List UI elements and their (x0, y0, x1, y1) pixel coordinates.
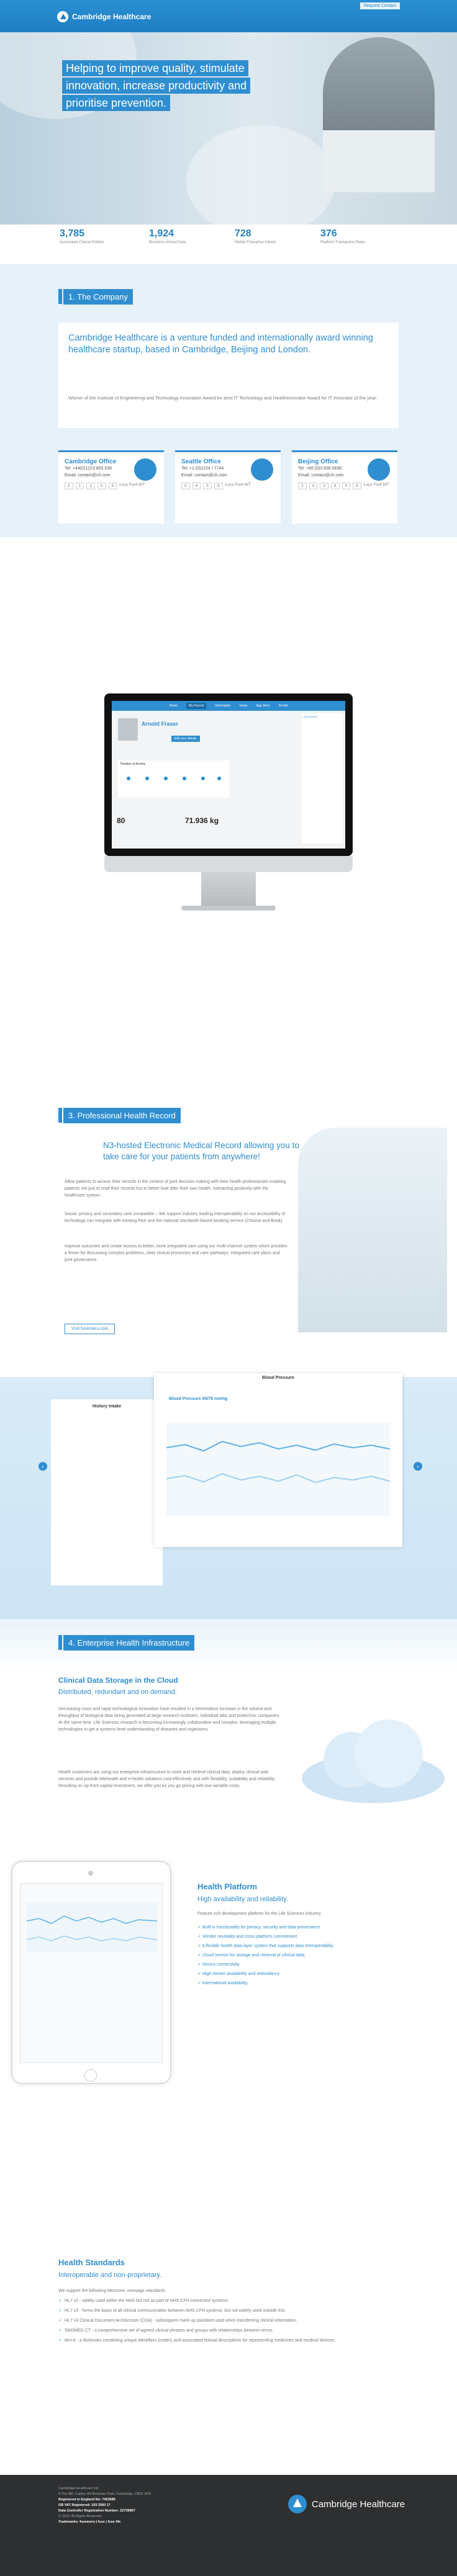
hero-tagline: Helping to improve quality, stimulate in… (62, 60, 255, 112)
office-card-cambridge: Cambridge Office Tel: +44(0)1223 855 536… (58, 450, 164, 524)
standards-list: HL7 v2 - widely used within the NHS but … (58, 2297, 394, 2347)
doctor-image (298, 1128, 447, 1332)
platform-feature-list: Built in functionality for privacy, secu… (197, 1923, 421, 1988)
hero-doctor-image (323, 37, 435, 192)
infra-subtitle: Clinical Data Storage in the Cloud (58, 1676, 178, 1685)
record-lead: N3-hosted Electronic Medical Record allo… (103, 1141, 299, 1161)
list-item: HL7 v3 Clinical Document Architecture (C… (58, 2317, 394, 2324)
screen-nav-home[interactable]: Home (170, 704, 178, 708)
list-item: Cloud service for storage and retrieval … (197, 1951, 421, 1960)
blood-pressure-title: Blood Pressure (262, 1376, 294, 1380)
list-item: dm+d - a dictionary containing unique id… (58, 2337, 394, 2344)
infra-tagline: Distributed, redundant and on demand. (58, 1688, 177, 1696)
list-item: International availability. (197, 1979, 421, 1988)
screen-nav: Home My Record Information Views App Sto… (112, 701, 345, 711)
record-paragraph: Social, privacy and secondary care compa… (65, 1212, 286, 1223)
cloud-icon (302, 1719, 445, 1803)
footer-trademarks[interactable]: Trademarks: fusemeru | fuse | fuse life (58, 2520, 245, 2525)
stat-item: 728 Mobile Enterprise Clients (235, 228, 276, 244)
company-awards: Winner of the Institute of Engineering a… (68, 395, 378, 401)
screen-nav-views[interactable]: Views (239, 704, 247, 708)
logo-icon (57, 11, 68, 22)
hero-blur-shape (186, 125, 335, 225)
screen-nav-record[interactable]: My Record (186, 703, 207, 709)
visit-site-button[interactable]: Visit fusemeru.com (65, 1324, 115, 1334)
activity-timeline: Timeline of Activity (118, 760, 230, 798)
screen-user-menu[interactable]: Arnold (279, 704, 287, 708)
list-item: High stream availability and redundancy. (197, 1969, 421, 1979)
record-section-title: 3. Professional Health Record (58, 1107, 181, 1123)
platform-subtitle: High availability and reliability. (197, 1896, 288, 1903)
platform-intro: Feature rich development platform for th… (197, 1912, 322, 1916)
request-contact-button[interactable]: Request Contact (360, 2, 400, 9)
monitor-base (181, 906, 276, 911)
list-item: HL7 v2 - widely used within the NHS but … (58, 2297, 394, 2304)
list-item: Vendor neutrality and cross-platform com… (197, 1932, 421, 1941)
list-item: Built in functionality for privacy, secu… (197, 1923, 421, 1932)
tablet-camera (88, 1871, 93, 1876)
patient-name: Arnold Fraser (142, 721, 179, 727)
edit-details-button[interactable]: Edit your details (171, 736, 200, 742)
list-item: A flexible health data layer system that… (197, 1941, 421, 1951)
standards-intro: We support the following electronic mess… (58, 2289, 166, 2293)
blood-pressure-graph (166, 1423, 390, 1516)
office-card-beijing: Beijing Office Tel: +86 (0)3 836 0836 Ema… (292, 450, 397, 524)
screen-nav-appstore[interactable]: App Store (256, 704, 270, 708)
brand-logo[interactable]: Cambridge Healthcare (57, 11, 151, 22)
company-section-title: 1. The Company (58, 288, 133, 305)
stat-item: 376 Platform Transaction Rates (320, 228, 366, 244)
logo-icon (288, 2495, 307, 2513)
tablet-screen (20, 1883, 163, 2063)
infra-paragraph: Health customers are using our enterpris… (58, 1770, 276, 1788)
standards-title: Health Standards (58, 2258, 125, 2267)
weight-value: 80 (117, 816, 125, 825)
office-link[interactable]: Lucy Ford WT (225, 483, 251, 489)
list-item: Device connectivity. (197, 1960, 421, 1969)
history-chart-title: History Intake (92, 1404, 122, 1409)
stat-item: 1,924 Biometric Annual Data (149, 228, 186, 244)
office-link[interactable]: Lucy Ford WT (364, 483, 389, 489)
next-arrow-icon[interactable]: › (414, 1462, 422, 1471)
standards-subtitle: Interoperable and non-proprietary. (58, 2271, 162, 2279)
stat-item: 3,785 Associated Clinical Entities (60, 228, 104, 244)
list-item: HL7 v3 - forms the basis of all clinical… (58, 2307, 394, 2314)
monitor-stand (201, 872, 256, 906)
prev-arrow-icon[interactable]: ‹ (38, 1462, 47, 1471)
footer-text: Cambridge Healthcare Ltd 4 The Mill, Cop… (58, 2486, 245, 2525)
brand-name: Cambridge Healthcare (72, 12, 152, 21)
map-pin-icon (368, 458, 390, 481)
footer-brand-name: Cambridge Healthcare (312, 2498, 405, 2510)
tablet-home-button (84, 2069, 97, 2082)
weight-kg-value: 71.936 kg (185, 816, 219, 825)
company-lead: Cambridge Healthcare is a venture funded… (68, 333, 373, 355)
list-item: SNOMED CT - a comprehensive set of agree… (58, 2327, 394, 2334)
footer-logo[interactable]: Cambridge Healthcare (288, 2495, 405, 2513)
office-link[interactable]: Lucy Ford WT (119, 483, 145, 489)
screen-sidebar: ALLERGIES (302, 713, 343, 844)
patient-avatar (118, 718, 138, 741)
map-pin-icon (251, 458, 273, 481)
infra-section-title: 4. Enterprise Health Infrastructure (58, 1634, 195, 1651)
history-chart-card (51, 1399, 163, 1585)
screen-nav-information[interactable]: Information (215, 704, 230, 708)
record-paragraph: Allow patients to access their records i… (65, 1180, 286, 1198)
platform-title: Health Platform (197, 1882, 258, 1891)
office-card-seattle: Seattle Office Tel: +1 (0)1224 / 7744 Ema… (175, 450, 281, 524)
monitor-chin (104, 856, 353, 872)
record-paragraph: Improve outcomes and create access to be… (65, 1244, 287, 1262)
blood-pressure-value: Blood Pressure 95/78 mmhg (169, 1397, 228, 1401)
map-pin-icon (134, 458, 156, 481)
infra-paragraph: Decreasing costs and rapid technological… (58, 1707, 281, 1732)
tablet-chart (27, 1902, 157, 1952)
